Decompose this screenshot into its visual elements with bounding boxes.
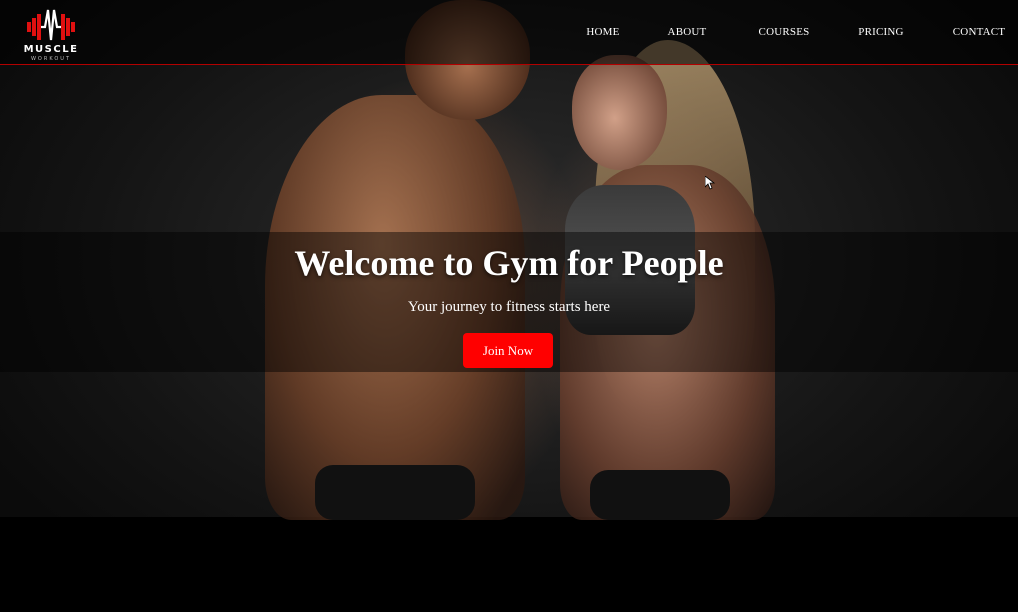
logo-subtext: WORKOUT	[30, 56, 71, 62]
navbar: MUSCLE WORKOUT HOME ABOUT COURSES PRICIN…	[0, 0, 1018, 65]
nav-home[interactable]: HOME	[578, 26, 628, 38]
dumbbell-left	[315, 465, 475, 520]
join-now-button[interactable]: Join Now	[463, 333, 553, 368]
nav-courses[interactable]: COURSES	[756, 26, 812, 38]
nav-pricing[interactable]: PRICING	[856, 26, 906, 38]
nav-links: HOME ABOUT COURSES PRICING CONTACT	[578, 26, 1008, 38]
logo-dumbbell-icon	[27, 9, 75, 41]
page: MUSCLE WORKOUT HOME ABOUT COURSES PRICIN…	[0, 0, 1018, 612]
nav-contact[interactable]: CONTACT	[950, 26, 1008, 38]
hero-subtitle: Your journey to fitness starts here	[407, 299, 611, 315]
dumbbell-right	[590, 470, 730, 520]
logo[interactable]: MUSCLE WORKOUT	[18, 6, 84, 62]
logo-text: MUSCLE	[23, 44, 79, 55]
woman-head	[572, 55, 667, 170]
nav-about[interactable]: ABOUT	[662, 26, 712, 38]
hero-title: Welcome to Gym for People	[294, 243, 724, 283]
mouse-cursor-icon	[705, 176, 715, 190]
